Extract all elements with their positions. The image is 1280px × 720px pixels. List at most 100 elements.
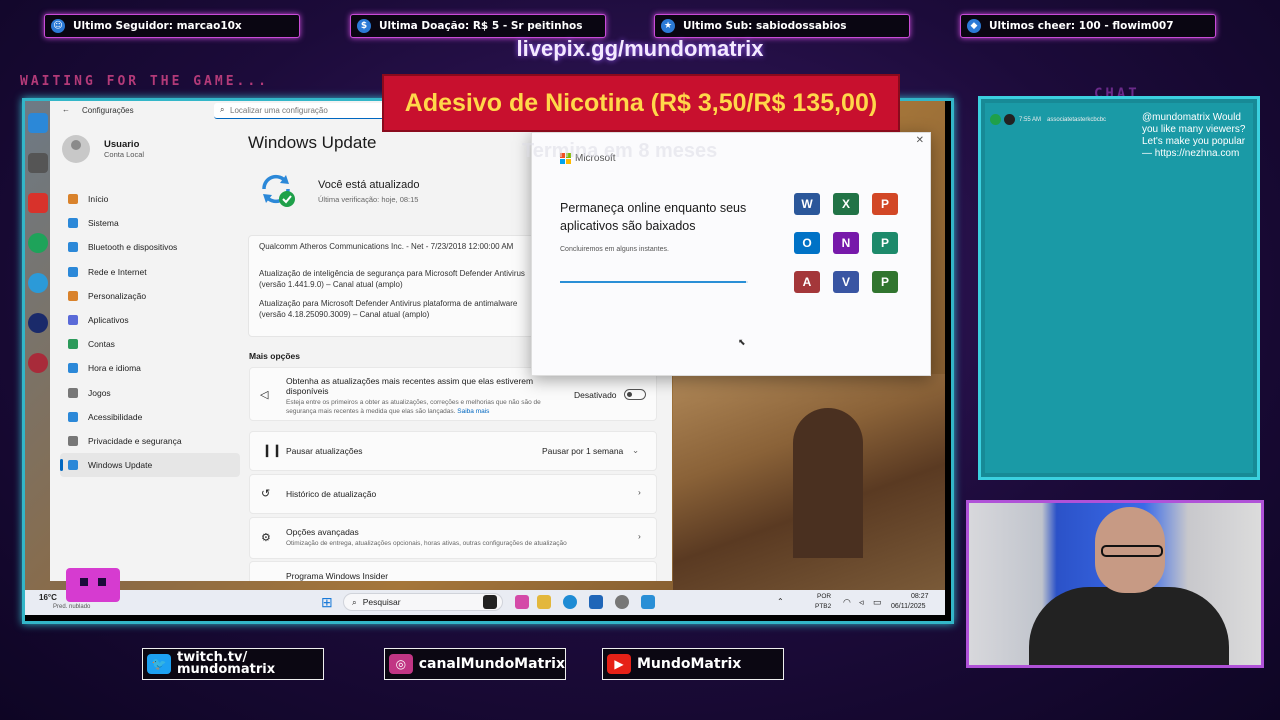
gamepad-icon bbox=[68, 387, 78, 398]
sidebar-item-label: Sistema bbox=[88, 218, 119, 229]
store-icon[interactable] bbox=[589, 595, 603, 609]
wifi-icon[interactable]: ◠ bbox=[843, 597, 851, 608]
edge-icon[interactable] bbox=[28, 273, 48, 293]
battery-icon[interactable]: ▭ bbox=[873, 597, 882, 608]
sidebar-item-label: Bluetooth e dispositivos bbox=[88, 242, 178, 253]
sidebar-item-label: Início bbox=[88, 194, 109, 205]
settings-icon[interactable] bbox=[615, 595, 629, 609]
megaphone-icon: ◁ bbox=[260, 389, 269, 401]
input-language[interactable]: POR bbox=[817, 593, 831, 600]
livepix-url: livepix.gg/mundomatrix bbox=[516, 36, 764, 61]
windows-start-icon[interactable]: ⊞ bbox=[321, 594, 333, 611]
onenote-icon: N bbox=[833, 232, 859, 254]
dialog-heading: Permaneça online enquanto seus aplicativ… bbox=[560, 201, 747, 233]
copilot-icon[interactable] bbox=[515, 595, 529, 609]
task-view-icon[interactable] bbox=[483, 595, 497, 609]
last-cheer-bar: ◆ Ultimos cheer: 100 - flowim007 bbox=[960, 14, 1216, 38]
advanced-options-desc: Otimização de entrega, atualizações opci… bbox=[286, 540, 567, 547]
weather-temp[interactable]: 16°C bbox=[39, 593, 57, 602]
user-account-type: Conta Local bbox=[104, 150, 145, 159]
sidebar-item-rede-e-internet[interactable]: Rede e Internet bbox=[60, 260, 240, 284]
chrome-icon[interactable] bbox=[28, 233, 48, 253]
page-title: Windows Update bbox=[248, 133, 377, 152]
windows-insider-row[interactable]: Programa Windows Insider bbox=[249, 561, 657, 581]
webcam-feed bbox=[966, 500, 1264, 668]
clock-time[interactable]: 08:27 bbox=[911, 593, 929, 600]
sidebar-item-hora-e-idioma[interactable]: Hora e idioma bbox=[60, 356, 240, 380]
sidebar-item-in-cio[interactable]: Início bbox=[60, 187, 240, 211]
clock-date: 06/11/2025 bbox=[891, 603, 926, 610]
sidebar-item-label: Rede e Internet bbox=[88, 266, 147, 277]
desktop-app-icon[interactable] bbox=[28, 153, 48, 173]
sidebar-item-label: Windows Update bbox=[88, 460, 153, 471]
sidebar-item-windows-update[interactable]: Windows Update bbox=[60, 453, 240, 478]
update-history-row[interactable]: ↺ Histórico de atualização › bbox=[249, 474, 657, 514]
update-icon bbox=[68, 460, 78, 471]
pixel-monster-icon bbox=[66, 568, 120, 602]
weather-desc: Pred. nublado bbox=[53, 604, 91, 610]
desktop-app-icon[interactable] bbox=[28, 193, 48, 213]
sidebar-item-contas[interactable]: Contas bbox=[60, 332, 240, 356]
social-youtube: ▶ MundoMatrix bbox=[602, 648, 784, 680]
chevron-up-icon[interactable]: ⌃ bbox=[777, 597, 784, 606]
sidebar-item-aplicativos[interactable]: Aplicativos bbox=[60, 308, 240, 332]
windows-insider-label: Programa Windows Insider bbox=[286, 571, 389, 581]
close-icon[interactable]: ✕ bbox=[916, 135, 924, 146]
sidebar-item-personaliza-o[interactable]: Personalização bbox=[60, 284, 240, 308]
gears-icon: ⚙ bbox=[261, 532, 271, 544]
planner-icon: P bbox=[872, 232, 898, 254]
desktop-app-icon[interactable] bbox=[28, 313, 48, 333]
social-twitch: 🐦 twitch.tv/ mundomatrix bbox=[142, 648, 324, 680]
taskbar-search[interactable]: ⌕ Pesquisar bbox=[343, 593, 503, 611]
sidebar-item-acessibilidade[interactable]: Acessibilidade bbox=[60, 405, 240, 429]
desktop-app-icon[interactable] bbox=[28, 113, 48, 133]
monitor-icon bbox=[68, 218, 78, 229]
sidebar-item-label: Jogos bbox=[88, 387, 111, 398]
advanced-options-row[interactable]: ⚙ Opções avançadas Otimização de entrega… bbox=[249, 517, 657, 559]
back-arrow-icon[interactable]: ← bbox=[62, 105, 70, 114]
kick-badge-icon bbox=[990, 114, 1001, 125]
streamer-body bbox=[1029, 587, 1229, 665]
access-icon: A bbox=[794, 271, 820, 293]
sidebar-item-label: Contas bbox=[88, 339, 115, 350]
accessibility-icon bbox=[68, 411, 78, 422]
desktop-icons bbox=[25, 101, 51, 581]
youtube-label: MundoMatrix bbox=[637, 656, 742, 672]
sidebar-item-sistema[interactable]: Sistema bbox=[60, 211, 240, 235]
search-placeholder: Localizar uma configuração bbox=[230, 106, 328, 115]
twitter-icon: 🐦 bbox=[147, 654, 171, 674]
keyboard-layout: PTB2 bbox=[815, 603, 832, 610]
pause-updates-row[interactable]: ❙❙ Pausar atualizações Pausar por 1 sema… bbox=[249, 431, 657, 471]
chevron-down-icon: ⌄ bbox=[632, 445, 640, 455]
sidebar-item-label: Privacidade e segurança bbox=[88, 435, 182, 446]
waiting-text: WAITING FOR THE GAME... bbox=[20, 74, 270, 89]
pause-duration-select[interactable]: Pausar por 1 semana ⌄ bbox=[534, 440, 646, 460]
get-latest-toggle[interactable] bbox=[624, 389, 646, 400]
opera-icon[interactable] bbox=[28, 353, 48, 373]
file-explorer-icon[interactable] bbox=[537, 595, 551, 609]
window-title: Configurações bbox=[82, 106, 134, 115]
home-icon bbox=[68, 194, 78, 205]
wifi-icon bbox=[68, 266, 78, 277]
edge-icon[interactable] bbox=[563, 595, 577, 609]
user-account[interactable]: Usuario Conta Local bbox=[62, 135, 144, 163]
settings-nav: Início Sistema Bluetooth e dispositivos Red… bbox=[60, 187, 240, 478]
sidebar-item-bluetooth-e-dispositivos[interactable]: Bluetooth e dispositivos bbox=[60, 235, 240, 259]
microsoft-install-dialog: Microsoft ✕ Permaneça online enquanto se… bbox=[531, 132, 931, 376]
sidebar-item-privacidade-e-seguran-a[interactable]: Privacidade e segurança bbox=[60, 429, 240, 453]
twitch-label: twitch.tv/ mundomatrix bbox=[177, 650, 276, 677]
learn-more-link[interactable]: Saiba mais bbox=[457, 408, 489, 415]
get-latest-desc: Esteja entre os primeiros a obter as atu… bbox=[286, 398, 566, 416]
sidebar-item-jogos[interactable]: Jogos bbox=[60, 381, 240, 405]
wallpaper-arch bbox=[793, 408, 863, 558]
volume-icon[interactable]: ◃ bbox=[859, 597, 864, 608]
toggle-state-label: Desativado bbox=[574, 390, 617, 400]
glasses-icon bbox=[1101, 545, 1163, 557]
taskbar-search-label: Pesquisar bbox=[362, 597, 401, 607]
word-icon: W bbox=[794, 193, 820, 215]
excel-icon: X bbox=[833, 193, 859, 215]
bluetooth-icon bbox=[68, 242, 78, 253]
setup-app-icon[interactable] bbox=[641, 595, 655, 609]
chat-text: @mundomatrix Would you like many viewers… bbox=[1142, 112, 1246, 159]
instagram-icon: ◎ bbox=[389, 654, 413, 674]
